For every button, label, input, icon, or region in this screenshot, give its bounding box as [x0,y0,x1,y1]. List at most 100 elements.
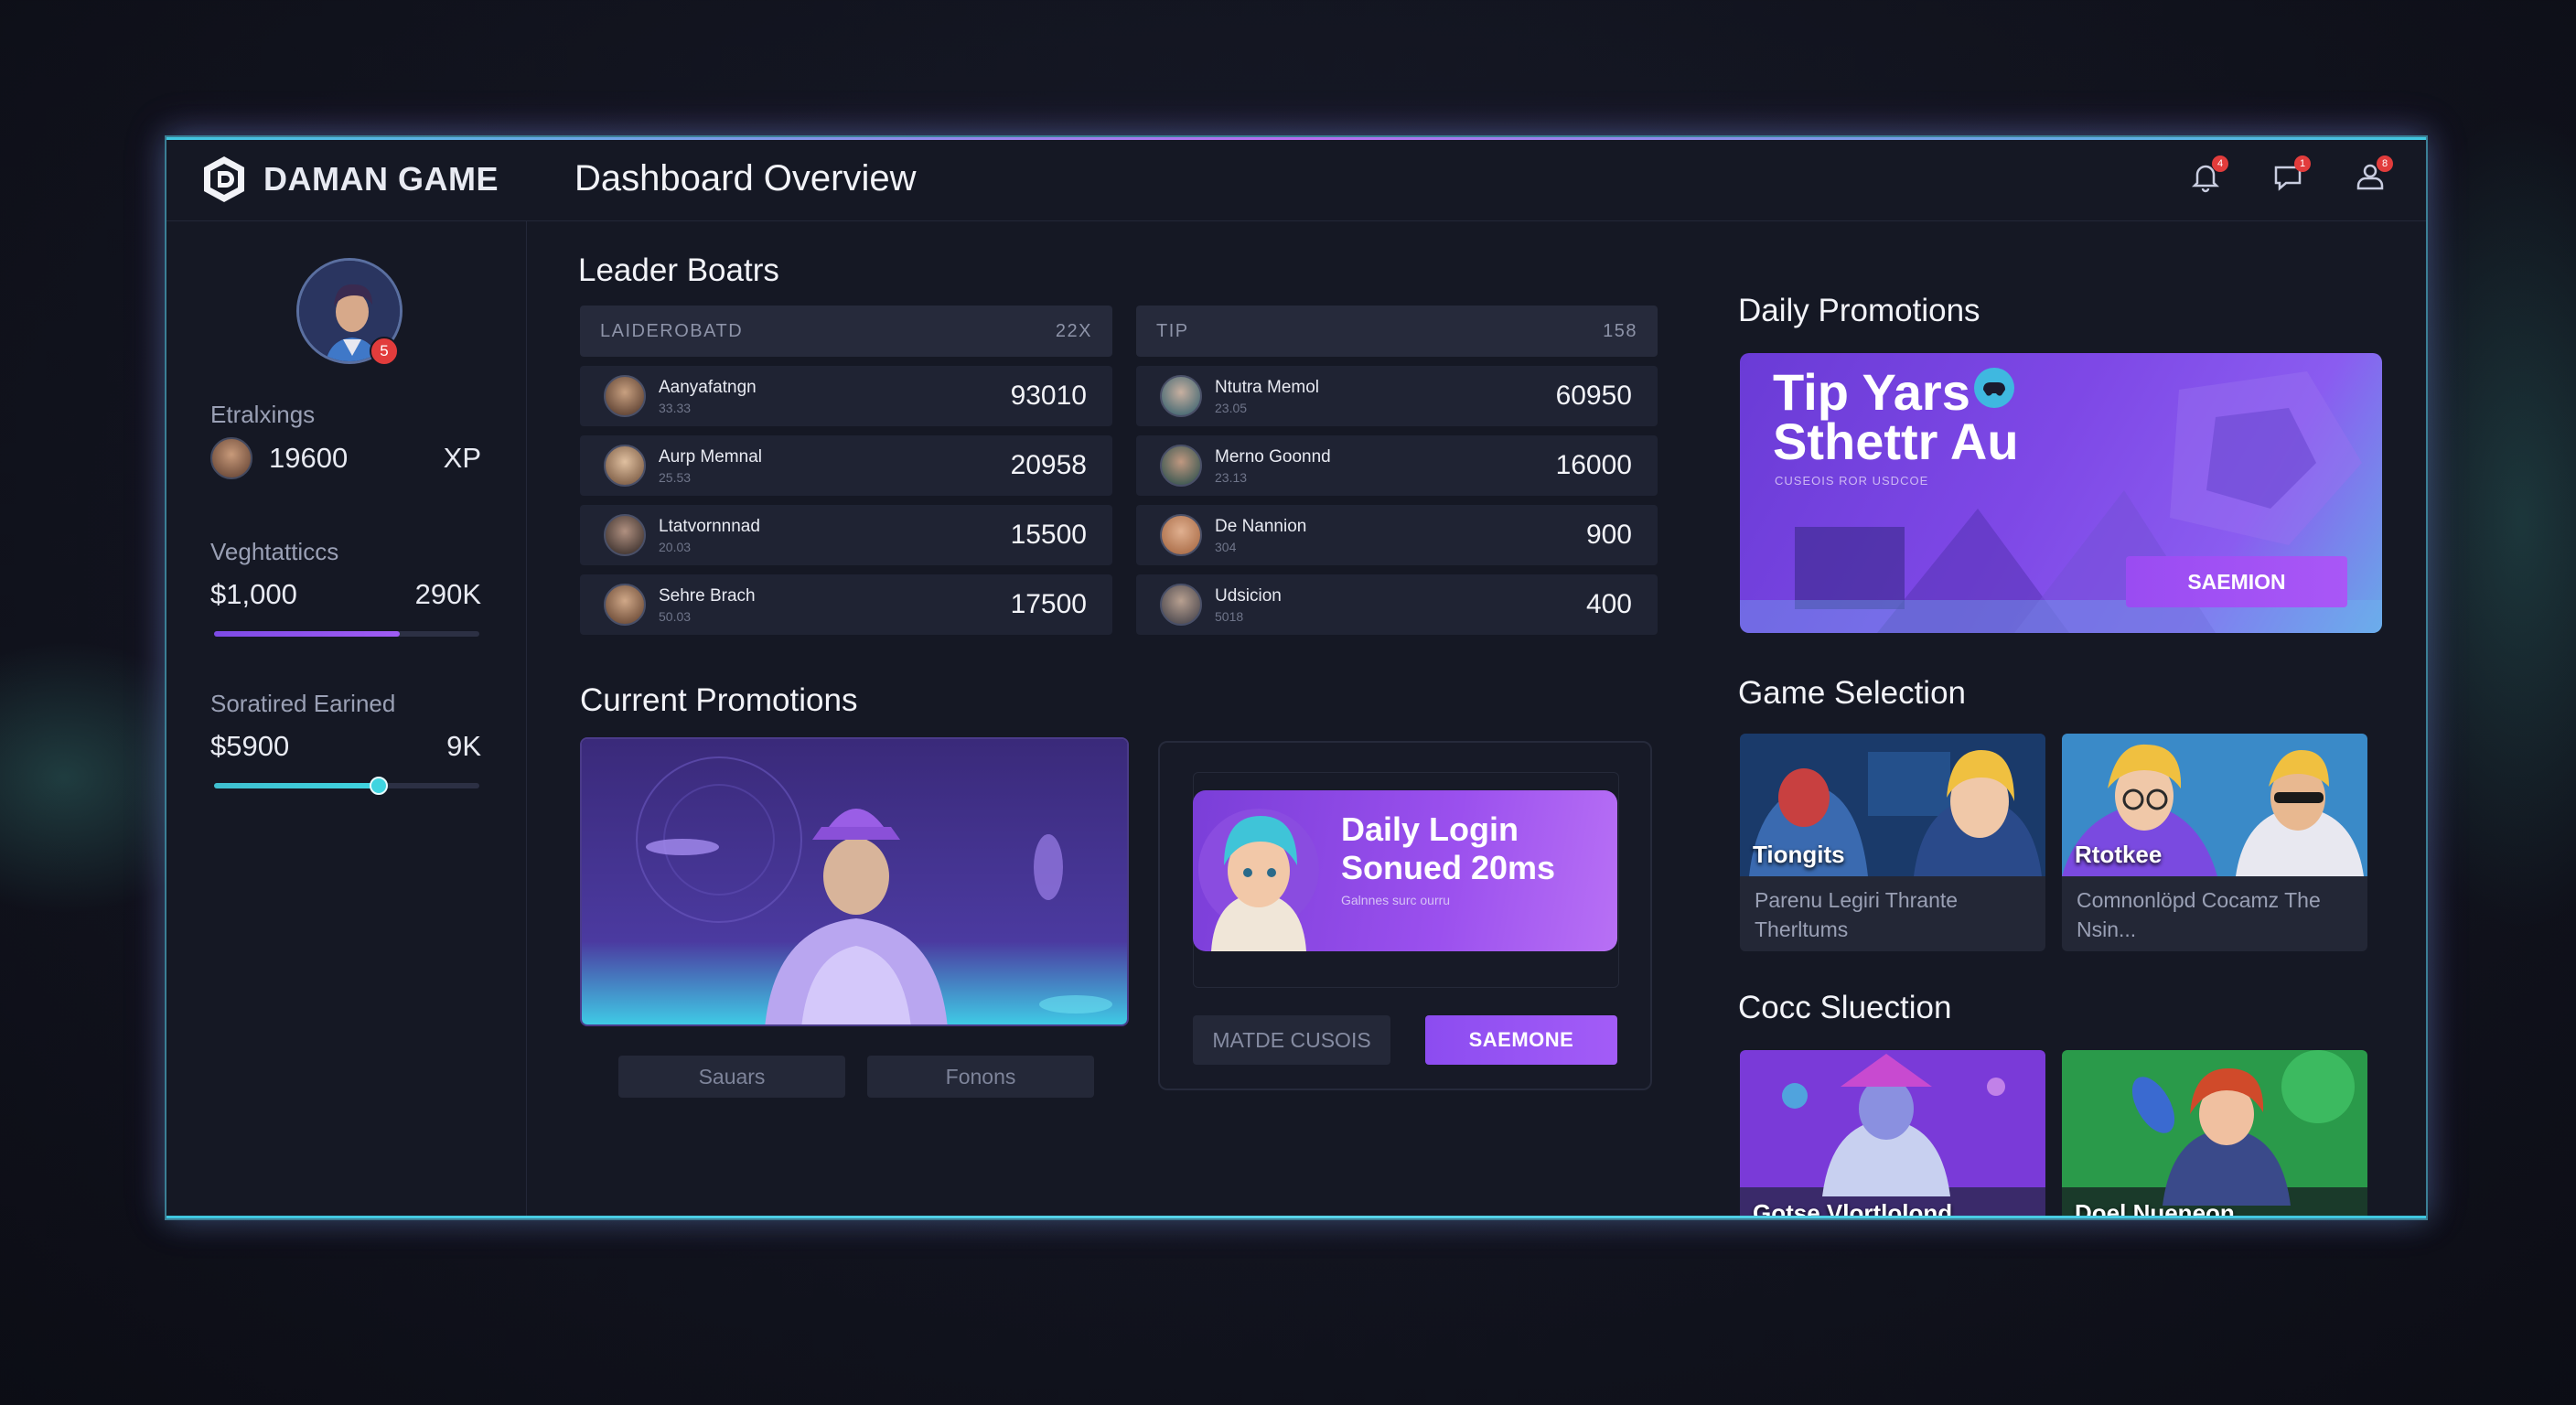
leaderboard-right-header: TIP 158 [1136,306,1658,357]
app-logo[interactable]: DAMAN GAME [199,155,574,204]
rankings-unit: XP [443,442,481,474]
game-thumbnail: Tiongits [1740,734,2045,876]
user-profile-button[interactable]: 8 [2347,154,2393,199]
sidebar: 5 Etralxings 19600 XP Veghtatticcs $1,00… [166,221,527,1218]
avatar-badge: 5 [370,337,399,366]
leaderboard-row[interactable]: Ntutra Memol 23.05 60950 [1136,366,1658,426]
leaderboard-right: TIP 158 Ntutra Memol 23.05 60950 Merno G… [1136,306,1658,635]
rankings-label: Etralxings [210,401,316,428]
leaderboard-row[interactable]: Aanyafatngn 33.33 93010 [580,366,1112,426]
leaderboard-row[interactable]: Aurp Memnal 25.53 20958 [580,435,1112,496]
user-badge: 8 [2377,156,2393,172]
game-name: Tiongits [1753,841,1845,868]
top-bar: DAMAN GAME Dashboard Overview 4 1 8 [166,137,2426,221]
leaderboard-right-header-count: 158 [1603,320,1637,341]
player-score: 93010 [1010,381,1087,411]
notification-badge: 4 [2212,156,2228,172]
cocc-card-2[interactable]: Doel Nueneon [2062,1050,2367,1218]
rankings-row: 19600 XP [210,437,481,479]
chat-button[interactable]: 1 [2265,154,2311,199]
leaderboard-row[interactable]: De Nannion 304 900 [1136,505,1658,565]
player-avatar [1160,584,1202,626]
game-description: Parenu Legiri Thrante Therltums [1755,888,1959,941]
daily-promotion-banner[interactable]: Tip Yars Sthettr Au CUSEOIS ROR USDCOE S… [1740,353,2382,633]
earned-row: $5900 9K [210,730,481,763]
player-name: Udsicion [1215,585,1282,606]
player-score: 16000 [1555,450,1632,480]
game-card-rtotkee[interactable]: Rtotkee Comnonlöpd Cocamz The Nsin... [2062,734,2367,951]
rankings-value: 19600 [269,442,349,474]
leaderboard-row[interactable]: Ltatvornnnad 20.03 15500 [580,505,1112,565]
leaderboards-title: Leader Boatrs [578,252,779,288]
leaderboard-left-header: LAIDEROBATD 22X [580,306,1112,357]
leaderboard-row[interactable]: Udsicion 5018 400 [1136,574,1658,635]
game-selection-title: Game Selection [1738,675,1967,711]
vechtattices-value: $1,000 [210,578,297,610]
daily-login-subtitle: Galnnes surc ourru [1341,893,1451,907]
game-thumbnail: Rtotkee [2062,734,2367,876]
player-score: 15500 [1010,520,1087,550]
player-sub: 20.03 [659,539,692,554]
leaderboard-row[interactable]: Sehre Brach 50.03 17500 [580,574,1112,635]
vechtattices-row: $1,000 290K [210,578,481,611]
earned-slider-knob[interactable] [369,777,388,795]
earned-slider-fill [214,783,379,788]
cocc-card-1[interactable]: Gotse Vlortlolond [1740,1050,2045,1220]
dashboard-window: DAMAN GAME Dashboard Overview 4 1 8 5 Et… [165,135,2428,1220]
saemone-button[interactable]: SAEMONE [1425,1015,1617,1065]
player-sub: 23.05 [1215,400,1248,415]
player-sub: 33.33 [659,400,692,415]
vechtattices-max: 290K [414,578,481,610]
leaderboard-left-header-count: 22X [1055,320,1092,341]
vechtattices-progress-fill [214,631,400,637]
player-score: 20958 [1010,450,1087,480]
player-name: Ntutra Memol [1215,377,1320,397]
player-name: Merno Goonnd [1215,446,1331,467]
leaderboard-left: LAIDEROBATD 22X Aanyafatngn 33.33 93010 … [580,306,1112,635]
player-avatar [1160,375,1202,417]
leaderboard-left-header-label: LAIDEROBATD [600,320,744,341]
player-name: De Nannion [1215,516,1307,536]
player-avatar [604,514,646,556]
cocc-selection-title: Cocc Sluection [1738,990,1952,1025]
matde-cusois-button[interactable]: MATDE CUSOIS [1193,1015,1390,1065]
promotion-tab-fonons[interactable]: Fonons [867,1056,1094,1098]
leaderboard-row[interactable]: Merno Goonnd 23.13 16000 [1136,435,1658,496]
cocc-art-2-icon [2062,1050,2367,1218]
rankings-avatar [210,437,252,479]
vechtattices-progress-bar [214,631,479,637]
player-name: Aurp Memnal [659,446,762,467]
game-description: Comnonlöpd Cocamz The Nsin... [2077,888,2321,941]
leaderboard-right-header-label: TIP [1156,320,1189,341]
daily-promotion-subtitle: CUSEOIS ROR USDCOE [1775,474,1929,488]
cocc-art-1-icon [1740,1050,2045,1218]
promotion-tab-sauars[interactable]: Sauars [618,1056,845,1098]
chat-badge: 1 [2294,156,2311,172]
saemion-button[interactable]: SAEMION [2126,556,2347,607]
player-avatar [604,584,646,626]
player-sub: 25.53 [659,469,692,485]
player-name: Sehre Brach [659,585,756,606]
daily-login-character-icon [1198,809,1319,951]
player-avatar [1160,514,1202,556]
player-sub: 23.13 [1215,469,1248,485]
player-name: Ltatvornnnad [659,516,760,536]
daily-login-title: Daily Login Sonued 20ms [1341,810,1556,886]
earned-value: $5900 [210,730,290,762]
promotion-character-illustration-icon [582,739,1127,1024]
earned-label: Soratired Earined [210,690,396,717]
game-name: Rtotkee [2075,841,2163,868]
player-sub: 5018 [1215,608,1244,624]
game-card-tiongits[interactable]: Tiongits Parenu Legiri Thrante Therltums [1740,734,2045,951]
earned-slider[interactable] [214,777,479,795]
player-score: 17500 [1010,589,1087,619]
page-title: Dashboard Overview [574,158,917,198]
game-controller-icon [1974,368,2014,408]
notification-bell-button[interactable]: 4 [2183,154,2228,199]
vechtattices-label: Veghtatticcs [210,538,339,565]
cocc-name: Gotse Vlortlolond [1753,1199,1953,1220]
player-name: Aanyafatngn [659,377,757,397]
daily-login-banner[interactable]: Daily Login Sonued 20ms Galnnes surc our… [1193,790,1617,951]
promotion-hero-image[interactable] [580,737,1129,1026]
top-icon-group: 4 1 8 [2183,154,2393,199]
